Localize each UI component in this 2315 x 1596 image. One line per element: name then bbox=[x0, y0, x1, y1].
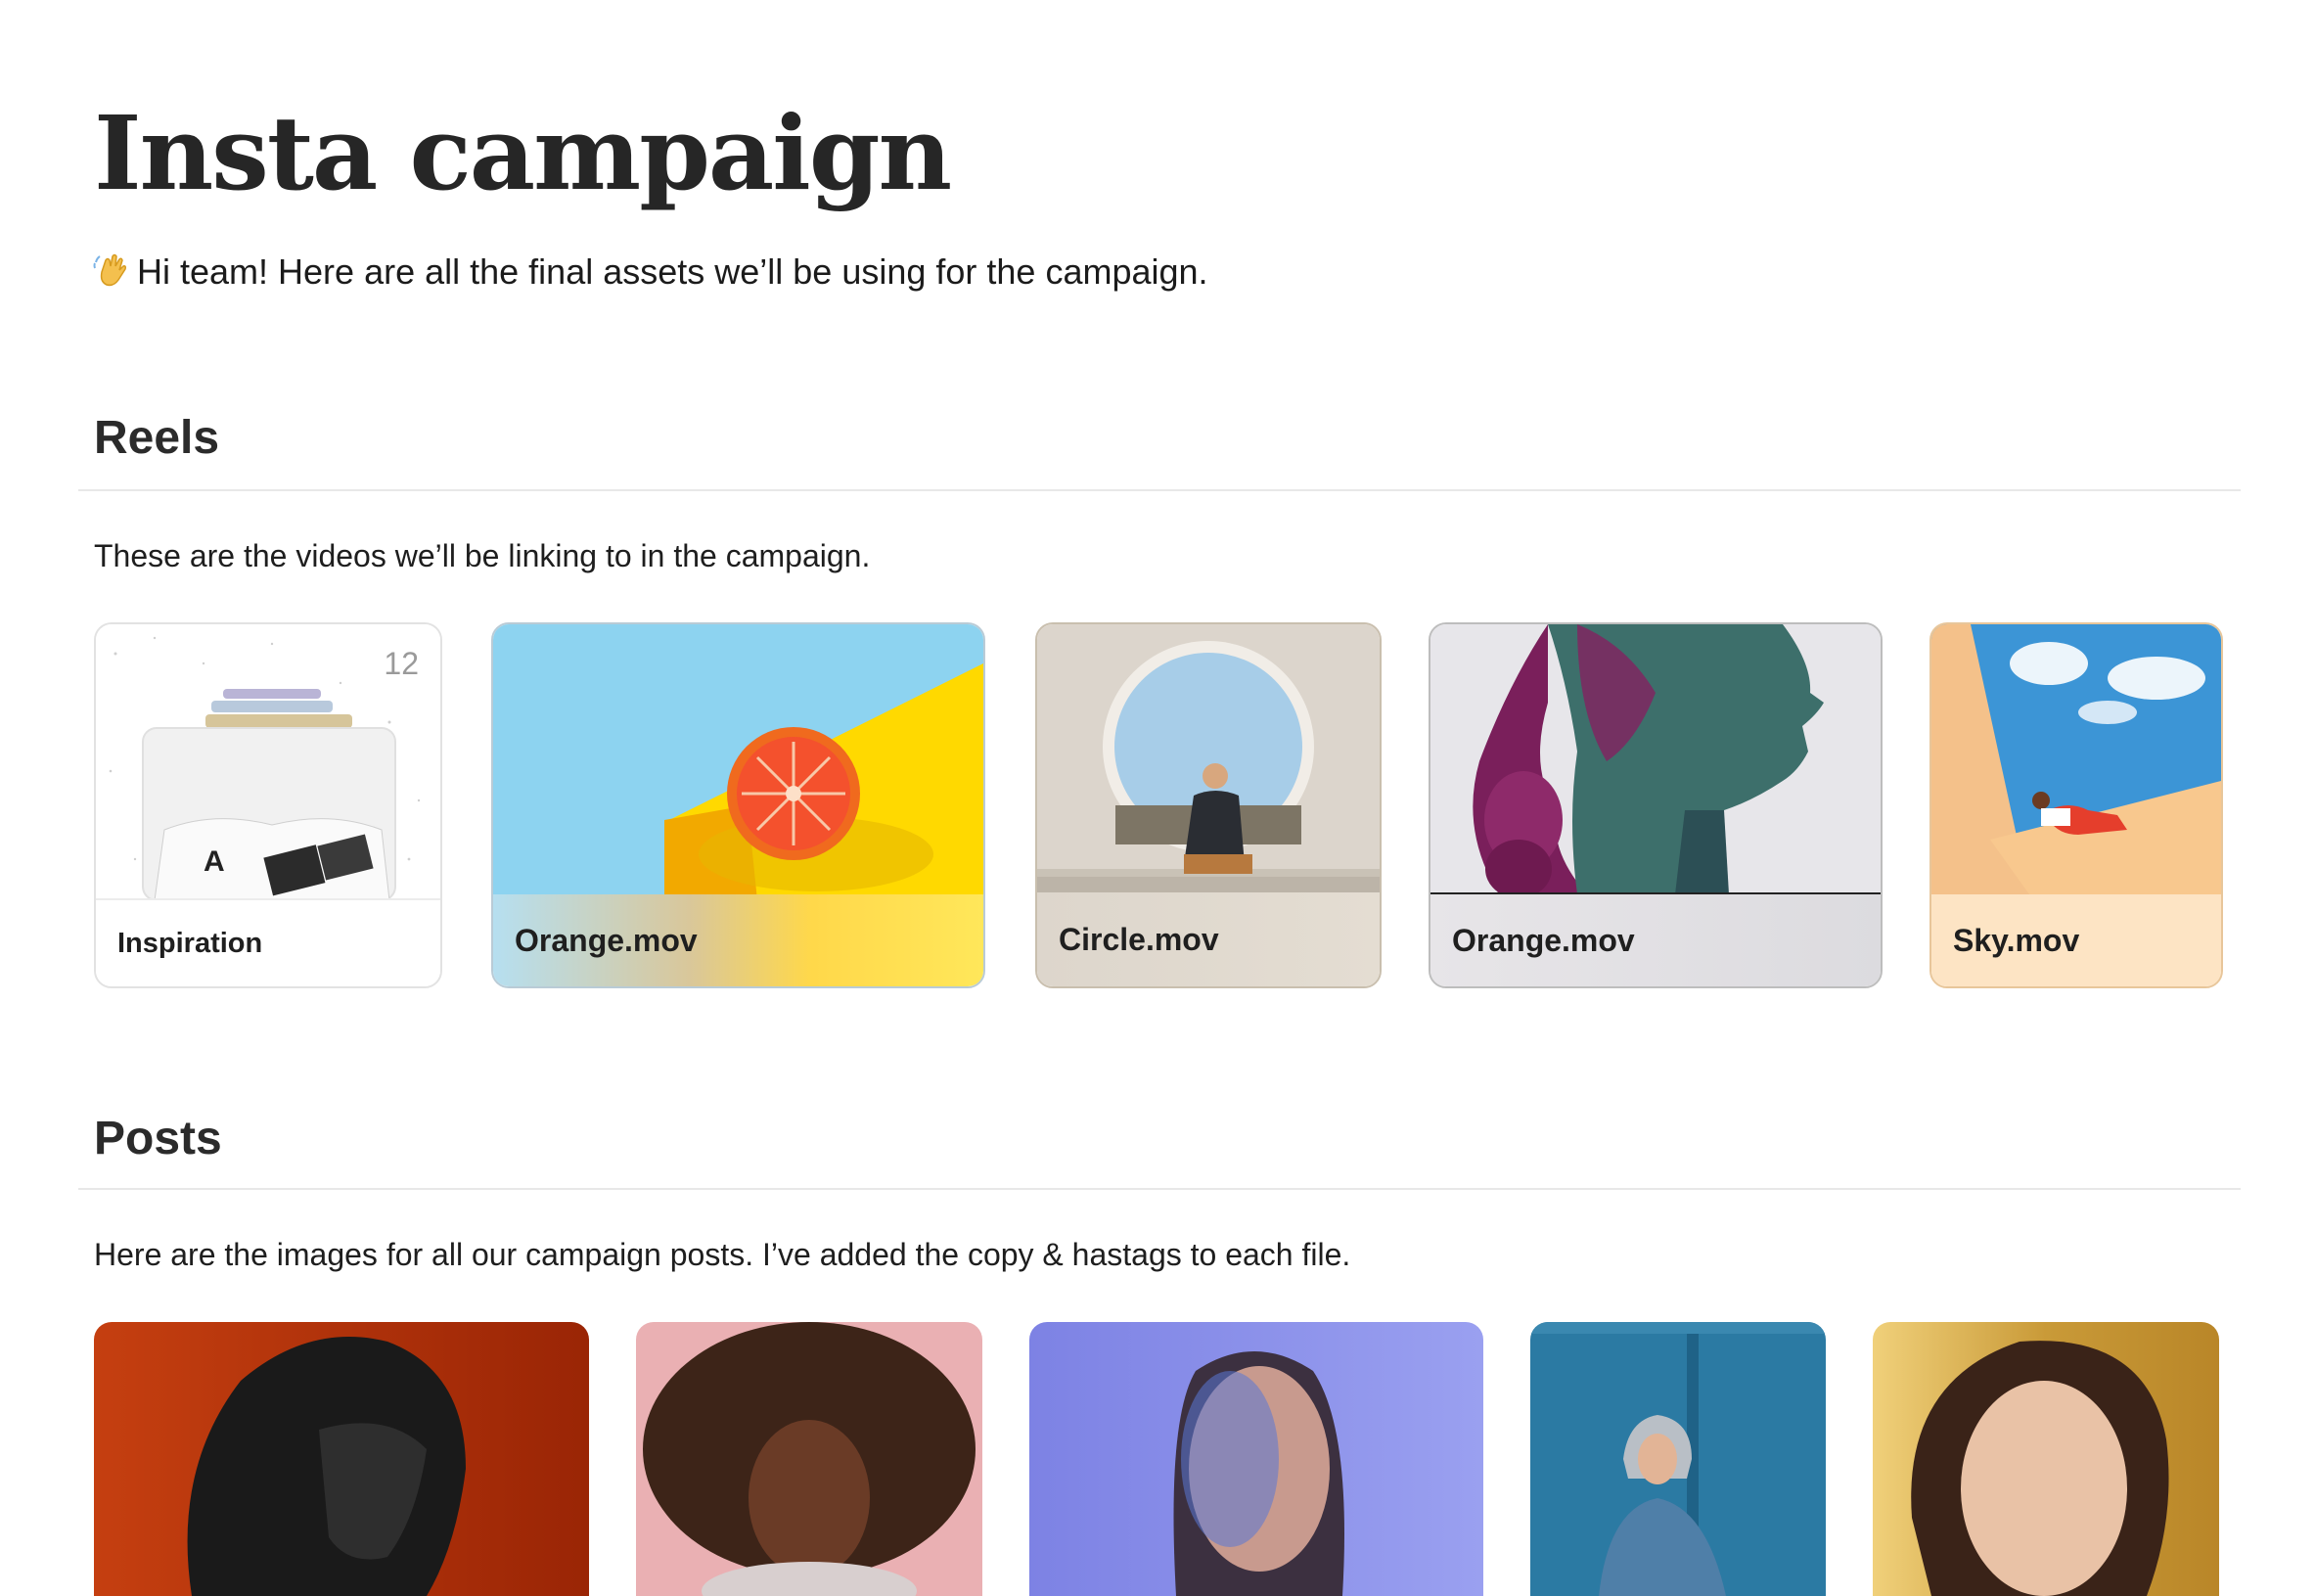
video-thumbnail bbox=[1931, 624, 2221, 894]
reels-divider bbox=[78, 489, 2241, 491]
portrait-image bbox=[1530, 1322, 1826, 1596]
post-image-violet-portrait[interactable] bbox=[1029, 1322, 1483, 1596]
post-image-blue-wall[interactable] bbox=[1530, 1322, 1826, 1596]
video-thumbnail bbox=[1037, 624, 1380, 898]
reel-card-circle[interactable]: Circle.mov bbox=[1035, 622, 1382, 988]
card-title: Orange.mov bbox=[493, 894, 983, 986]
card-title: Circle.mov bbox=[1037, 892, 1380, 986]
post-image-pink-portrait[interactable] bbox=[636, 1322, 982, 1596]
reels-description: These are the videos we’ll be linking to… bbox=[94, 538, 871, 573]
intro-text: Hi team! Here are all the final assets w… bbox=[92, 249, 1208, 296]
card-title: Orange.mov bbox=[1430, 894, 1881, 986]
post-image-red-portrait[interactable] bbox=[94, 1322, 589, 1596]
card-title: Inspiration bbox=[96, 898, 440, 986]
portrait-image bbox=[1873, 1322, 2219, 1596]
svg-text:A: A bbox=[204, 845, 225, 878]
page-title: Insta campaign bbox=[94, 93, 952, 213]
portrait-image bbox=[1029, 1322, 1483, 1596]
reel-card-inspiration[interactable]: A 12 Inspiration bbox=[94, 622, 442, 988]
item-count: 12 bbox=[384, 646, 419, 681]
video-thumbnail bbox=[493, 624, 983, 900]
posts-heading: Posts bbox=[94, 1113, 222, 1164]
portrait-image bbox=[94, 1322, 589, 1596]
post-image-golden-portrait[interactable] bbox=[1873, 1322, 2219, 1596]
card-title: Sky.mov bbox=[1931, 894, 2221, 986]
reel-card-sky[interactable]: Sky.mov bbox=[1929, 622, 2223, 988]
portrait-image bbox=[636, 1322, 982, 1596]
posts-description: Here are the images for all our campaign… bbox=[94, 1237, 1351, 1272]
reel-card-orange-portrait[interactable]: Orange.mov bbox=[1429, 622, 1883, 988]
waving-hand-icon bbox=[93, 253, 126, 287]
posts-divider bbox=[78, 1188, 2241, 1190]
reel-card-orange[interactable]: Orange.mov bbox=[491, 622, 985, 988]
reels-heading: Reels bbox=[94, 412, 220, 464]
video-thumbnail bbox=[1430, 624, 1881, 894]
